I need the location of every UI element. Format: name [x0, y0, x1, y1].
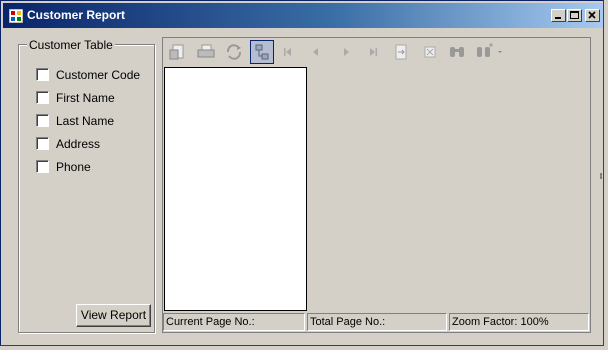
zoom-icon[interactable] [475, 42, 505, 62]
last-page-icon[interactable] [363, 42, 383, 62]
search-icon[interactable] [447, 42, 467, 62]
status-zoom-factor: Zoom Factor: 100% [449, 313, 589, 331]
view-report-button[interactable]: View Report [76, 304, 151, 327]
group-label: Customer Table [27, 38, 115, 52]
close-icon [588, 11, 596, 19]
checkbox-label-first-name[interactable]: First Name [56, 91, 115, 105]
first-page-icon[interactable] [278, 42, 298, 62]
group-tree-button[interactable] [250, 40, 274, 64]
checkbox-last-name[interactable] [36, 114, 49, 127]
title-bar[interactable]: Customer Report [3, 3, 603, 28]
window-title: Customer Report [27, 8, 126, 22]
export-icon[interactable] [168, 42, 188, 62]
group-tree-icon [255, 44, 269, 60]
customer-report-window: Customer Report Customer Table Customer … [0, 0, 604, 346]
status-total-page: Total Page No.: [307, 313, 447, 331]
checkbox-first-name[interactable] [36, 91, 49, 104]
checkbox-label-last-name[interactable]: Last Name [56, 114, 114, 128]
checkbox-label-phone[interactable]: Phone [56, 160, 91, 174]
goto-page-icon[interactable] [391, 42, 411, 62]
print-icon[interactable] [196, 42, 216, 62]
checkbox-label-customer-code[interactable]: Customer Code [56, 68, 140, 82]
minimize-icon [555, 17, 561, 19]
close-button[interactable] [585, 9, 600, 22]
minimize-button[interactable] [551, 9, 566, 22]
maximize-icon [570, 11, 579, 19]
report-page-preview [164, 67, 307, 311]
customer-table-group [18, 44, 155, 333]
previous-page-icon[interactable] [306, 42, 326, 62]
maximize-button[interactable] [567, 9, 582, 22]
viewer-toolbar [163, 38, 590, 67]
checkbox-label-address[interactable]: Address [56, 137, 100, 151]
checkbox-address[interactable] [36, 137, 49, 150]
next-page-icon[interactable] [336, 42, 356, 62]
resize-grip[interactable] [599, 161, 603, 191]
refresh-icon[interactable] [224, 42, 244, 62]
close-view-icon[interactable] [420, 42, 440, 62]
checkbox-customer-code[interactable] [36, 68, 49, 81]
status-current-page: Current Page No.: [163, 313, 305, 331]
checkbox-phone[interactable] [36, 160, 49, 173]
app-icon [9, 9, 23, 23]
